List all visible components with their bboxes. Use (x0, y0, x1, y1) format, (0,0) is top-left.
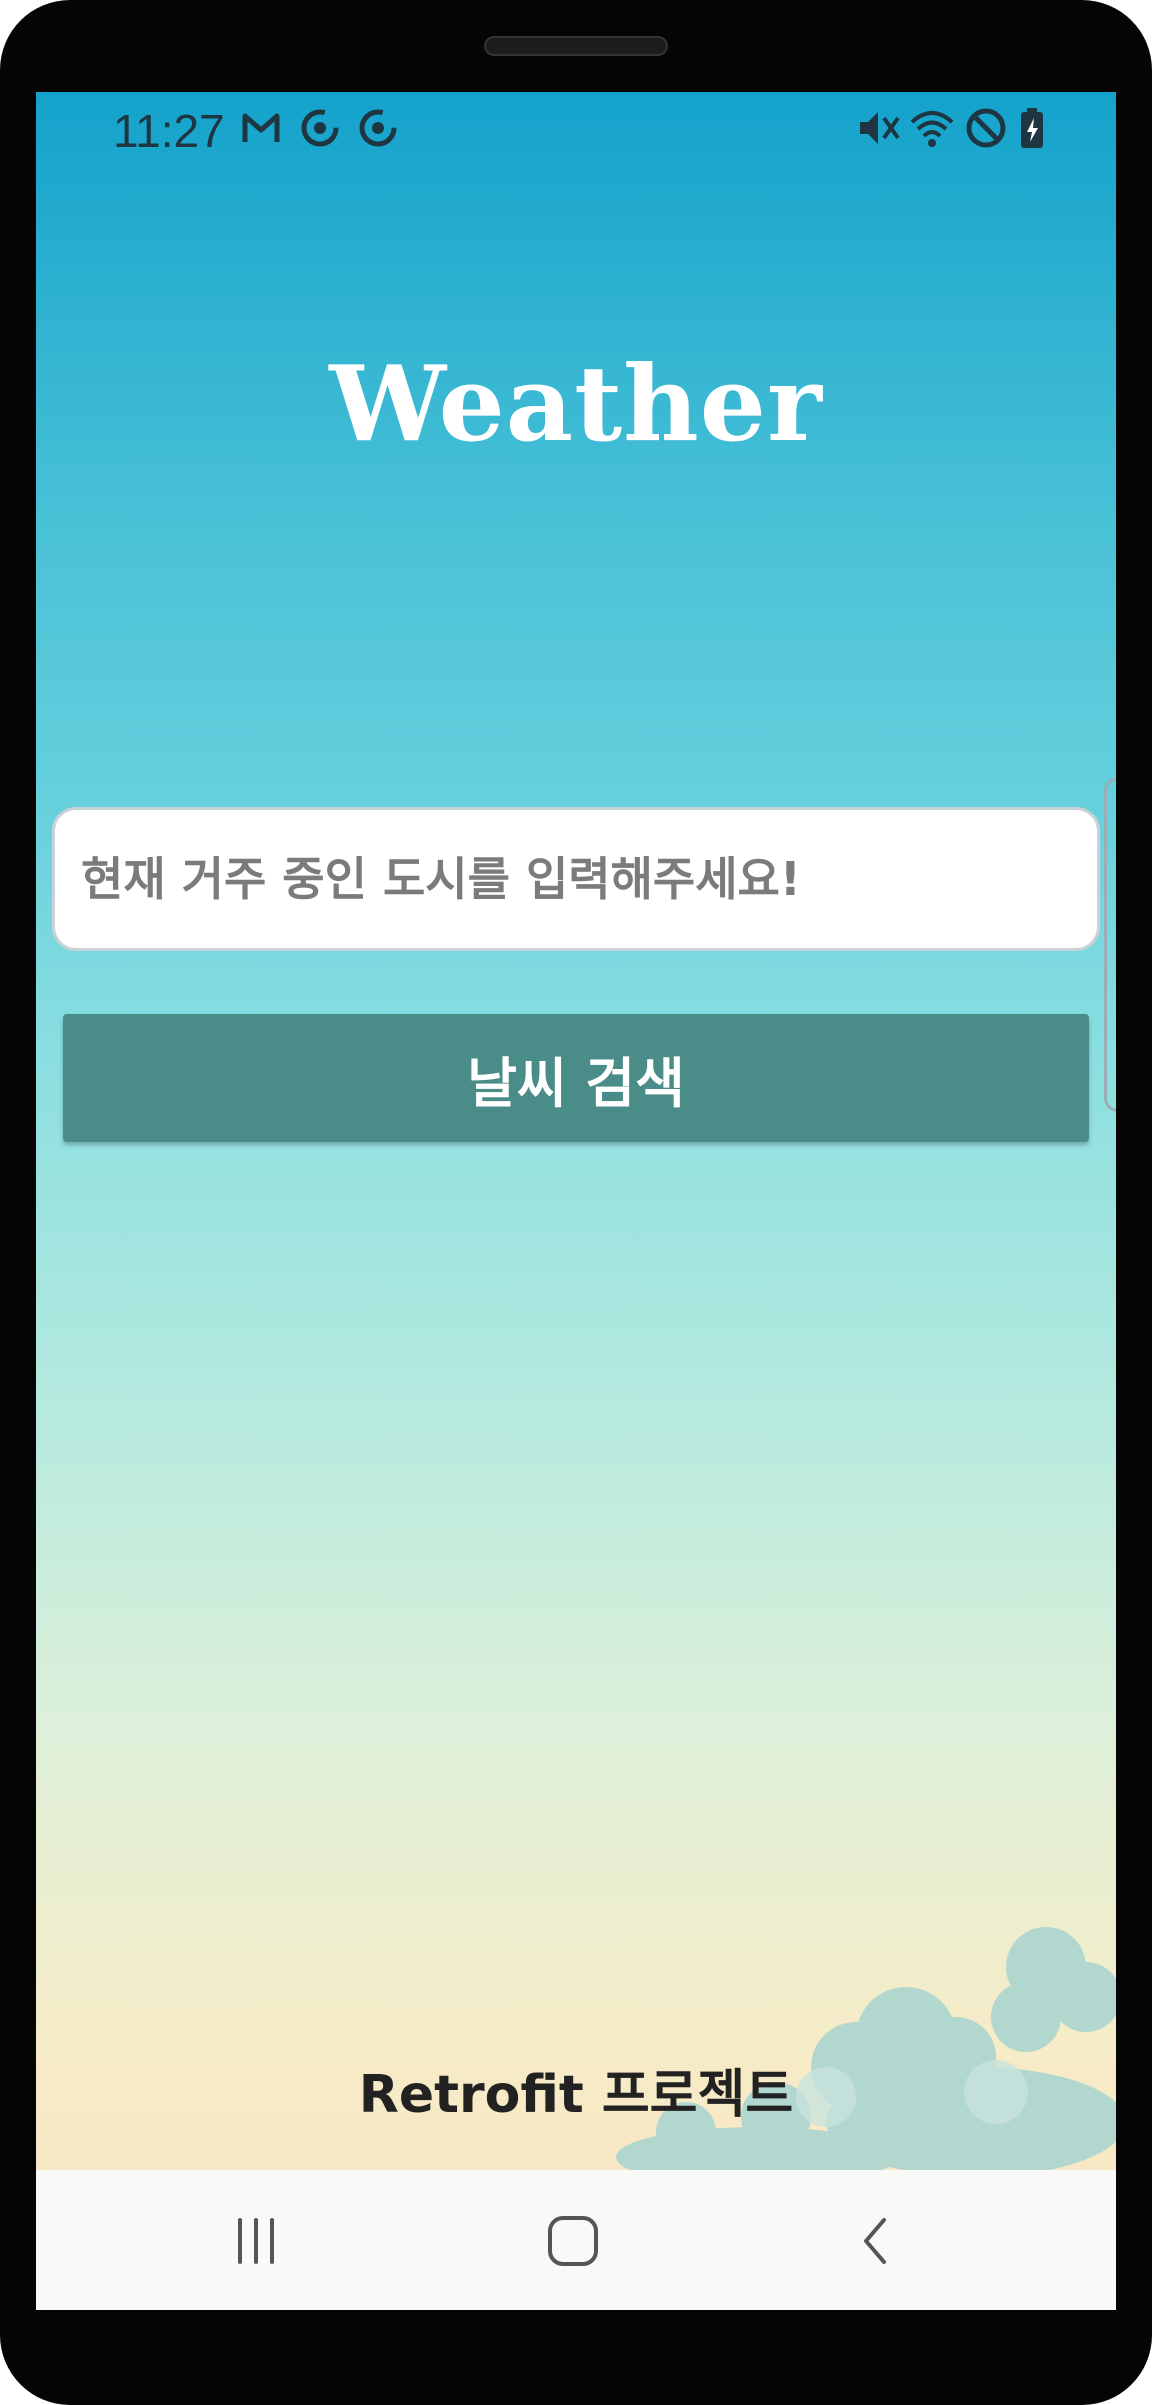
sync-icon (356, 106, 400, 154)
app-screen: 11:27 Weather 현재 거주 중인 도시를 입력해주세요! 날씨 검색… (36, 92, 1116, 2310)
mute-icon (856, 106, 902, 154)
app-title: Weather (329, 342, 823, 465)
speaker-grille (484, 36, 668, 56)
gmail-icon (241, 106, 281, 154)
home-button[interactable] (523, 2196, 623, 2286)
sync-icon (298, 106, 342, 154)
navigation-bar (36, 2170, 1116, 2310)
edge-panel-handle[interactable] (1104, 777, 1116, 1112)
do-not-disturb-icon (964, 106, 1008, 154)
cloud-illustration (616, 1927, 1116, 2177)
city-search-input[interactable] (52, 807, 1100, 951)
status-bar: 11:27 (36, 92, 1116, 168)
back-button[interactable] (826, 2196, 926, 2286)
home-icon (548, 2216, 598, 2266)
recent-apps-icon (238, 2218, 274, 2264)
back-icon (864, 2218, 886, 2264)
status-time: 11:27 (113, 105, 225, 157)
phone-frame: 11:27 Weather 현재 거주 중인 도시를 입력해주세요! 날씨 검색… (0, 0, 1152, 2405)
battery-charging-icon (1018, 106, 1046, 154)
footer-project-label: Retrofit 프로젝트 (358, 2065, 794, 2125)
recent-apps-button[interactable] (206, 2196, 306, 2286)
wifi-icon (908, 106, 956, 154)
weather-search-button[interactable]: 날씨 검색 (63, 1014, 1089, 1142)
